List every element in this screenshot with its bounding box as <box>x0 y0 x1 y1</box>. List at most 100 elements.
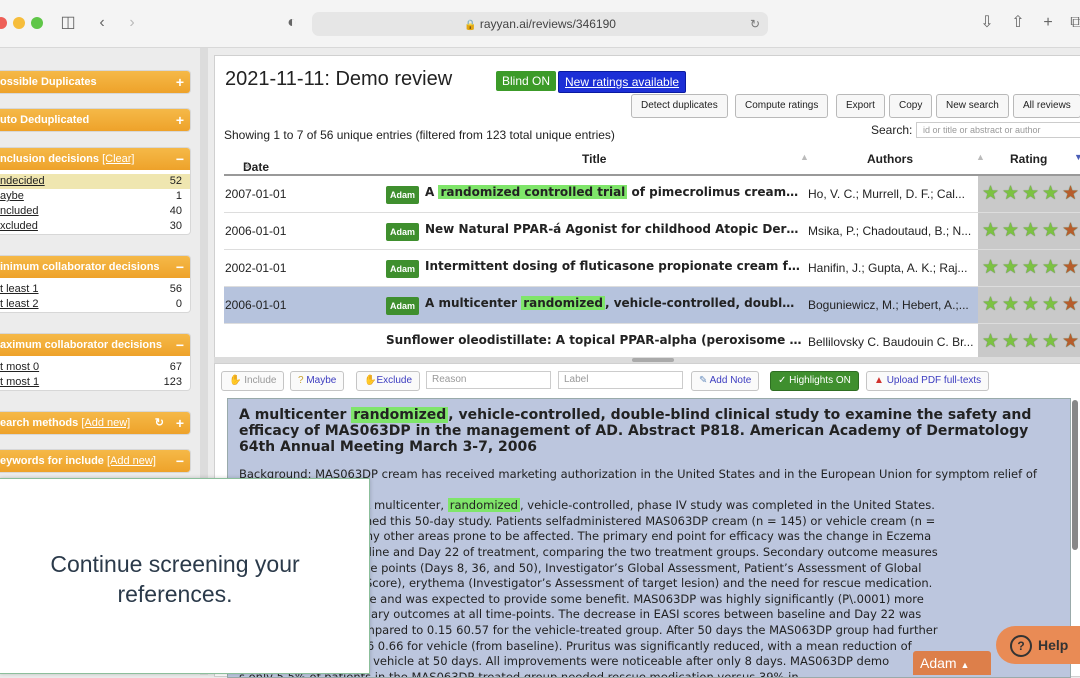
filter-at-most-0[interactable]: t most 0 67 <box>0 360 190 375</box>
filter-at-least-1[interactable]: t least 1 56 <box>0 282 190 297</box>
plus-icon[interactable]: + <box>176 412 184 434</box>
filter-count: 56 <box>169 283 182 295</box>
shield-icon[interactable]: ◐ <box>282 13 302 33</box>
help-button[interactable]: ? Help <box>996 626 1080 664</box>
star-icon[interactable]: ★ <box>1022 258 1039 277</box>
star-icon[interactable]: ★ <box>1002 184 1019 203</box>
star-icon[interactable]: ★ <box>982 332 999 351</box>
minus-icon[interactable]: − <box>176 450 184 472</box>
auto-deduplicated-header[interactable]: uto Deduplicated + <box>0 109 190 131</box>
inclusion-decisions-header[interactable]: nclusion decisions [Clear] − <box>0 148 190 170</box>
table-row[interactable]: 2006-01-01 Adam New Natural PPAR-á Agoni… <box>224 213 1080 250</box>
new-tab-icon[interactable]: + <box>1038 13 1058 33</box>
star-icon[interactable]: ★ <box>1022 221 1039 240</box>
tabs-overview-icon[interactable]: ⧉ <box>1066 13 1080 33</box>
minus-icon[interactable]: − <box>176 334 184 356</box>
compute-ratings-button[interactable]: Compute ratings <box>735 94 829 118</box>
back-icon[interactable]: ‹ <box>92 13 112 33</box>
blind-on-badge[interactable]: Blind ON <box>496 71 557 91</box>
refresh-icon[interactable]: ↻ <box>155 412 164 434</box>
abstract-scrollbar[interactable] <box>1072 400 1078 550</box>
star-icon[interactable]: ★ <box>1022 184 1039 203</box>
filter-at-least-2[interactable]: t least 2 0 <box>0 297 190 312</box>
label-input[interactable]: Label <box>558 371 683 389</box>
minus-icon[interactable]: − <box>176 148 184 170</box>
plus-icon[interactable]: + <box>176 109 184 131</box>
reload-icon[interactable]: ↻ <box>750 12 760 36</box>
share-icon[interactable]: ⇧ <box>1008 13 1028 33</box>
export-button[interactable]: Export <box>836 94 885 118</box>
splitter-grip[interactable] <box>632 358 674 362</box>
star-icon[interactable]: ★ <box>982 221 999 240</box>
all-reviews-button[interactable]: All reviews <box>1013 94 1080 118</box>
title-column-header[interactable]: Title <box>582 152 606 166</box>
star-icon[interactable]: ★ <box>1062 332 1079 351</box>
download-icon[interactable]: ⇩ <box>977 13 997 33</box>
new-search-button[interactable]: New search <box>936 94 1009 118</box>
user-tab[interactable]: Adam ▲ <box>913 651 991 675</box>
possible-duplicates-box[interactable]: ossible Duplicates + <box>0 70 191 94</box>
sidebar-toggle-icon[interactable]: ◫ <box>58 13 78 33</box>
search-methods-header[interactable]: earch methods [Add new] ↻ + <box>0 412 190 434</box>
table-row[interactable]: 2007-01-01 Adam A randomized controlled … <box>224 176 1080 213</box>
filter-undecided[interactable]: ndecided 52 <box>0 174 190 189</box>
keywords-include-header[interactable]: eywords for include [Add new] − <box>0 450 190 472</box>
star-icon[interactable]: ★ <box>1042 221 1059 240</box>
maximize-window-dot[interactable] <box>31 17 43 29</box>
star-icon[interactable]: ★ <box>1062 258 1079 277</box>
star-icon[interactable]: ★ <box>982 295 999 314</box>
table-row[interactable]: 2002-01-01 Adam Intermittent dosing of f… <box>224 250 1080 287</box>
add-new-link[interactable]: [Add new] <box>107 455 156 467</box>
filter-excluded[interactable]: xcluded 30 <box>0 219 190 234</box>
table-row-selected[interactable]: 2006-01-01 Adam A multicenter randomized… <box>224 287 1080 324</box>
minimum-collaborator-header[interactable]: inimum collaborator decisions − <box>0 256 190 278</box>
upload-pdf-button[interactable]: ▲ Upload PDF full-texts <box>866 371 990 391</box>
forward-icon[interactable]: › <box>122 13 142 33</box>
plus-icon[interactable]: + <box>176 71 184 93</box>
table-row[interactable]: Sunflower oleodistillate: A topical PPAR… <box>224 324 1080 360</box>
filter-label: t least 2 <box>0 298 39 310</box>
rating-column-header[interactable]: Rating <box>1010 152 1047 166</box>
close-window-dot[interactable] <box>0 17 7 29</box>
copy-button[interactable]: Copy <box>889 94 933 118</box>
star-icon[interactable]: ★ <box>1002 221 1019 240</box>
rating-stars: ★ ★ ★ ★ ★ <box>978 250 1080 286</box>
add-new-link[interactable]: [Add new] <box>81 417 130 429</box>
highlights-toggle[interactable]: ✓ Highlights ON <box>770 371 859 391</box>
maybe-button[interactable]: ? Maybe <box>290 371 345 391</box>
filter-maybe[interactable]: aybe 1 <box>0 189 190 204</box>
star-icon[interactable]: ★ <box>1022 295 1039 314</box>
filter-at-most-1[interactable]: t most 1 123 <box>0 375 190 390</box>
keywords-include-box[interactable]: eywords for include [Add new] − <box>0 449 191 473</box>
star-icon[interactable]: ★ <box>1062 221 1079 240</box>
star-icon[interactable]: ★ <box>1062 295 1079 314</box>
search-methods-box[interactable]: earch methods [Add new] ↻ + <box>0 411 191 435</box>
include-button[interactable]: ✋ Include <box>221 371 285 391</box>
search-input[interactable]: id or title or abstract or author <box>916 122 1080 138</box>
minimize-window-dot[interactable] <box>13 17 25 29</box>
filter-included[interactable]: ncluded 40 <box>0 204 190 219</box>
star-icon[interactable]: ★ <box>1042 184 1059 203</box>
maximum-collaborator-header[interactable]: aximum collaborator decisions − <box>0 334 190 356</box>
reason-input[interactable]: Reason <box>426 371 551 389</box>
star-icon[interactable]: ★ <box>982 184 999 203</box>
exclude-button[interactable]: ✋Exclude <box>356 371 421 391</box>
detect-duplicates-button[interactable]: Detect duplicates <box>631 94 728 118</box>
auto-deduplicated-box[interactable]: uto Deduplicated + <box>0 108 191 132</box>
star-icon[interactable]: ★ <box>1042 295 1059 314</box>
authors-column-header[interactable]: Authors <box>867 152 913 166</box>
star-icon[interactable]: ★ <box>1062 184 1079 203</box>
star-icon[interactable]: ★ <box>1002 258 1019 277</box>
add-note-button[interactable]: ✎ Add Note <box>691 371 760 391</box>
possible-duplicates-header[interactable]: ossible Duplicates + <box>0 71 190 93</box>
minus-icon[interactable]: − <box>176 256 184 278</box>
new-ratings-link[interactable]: New ratings available <box>558 71 687 93</box>
star-icon[interactable]: ★ <box>1022 332 1039 351</box>
star-icon[interactable]: ★ <box>1002 332 1019 351</box>
star-icon[interactable]: ★ <box>982 258 999 277</box>
url-bar[interactable]: 🔒 rayyan.ai/reviews/346190 ↻ <box>312 12 768 36</box>
star-icon[interactable]: ★ <box>1002 295 1019 314</box>
star-icon[interactable]: ★ <box>1042 332 1059 351</box>
clear-link[interactable]: [Clear] <box>102 153 134 165</box>
star-icon[interactable]: ★ <box>1042 258 1059 277</box>
